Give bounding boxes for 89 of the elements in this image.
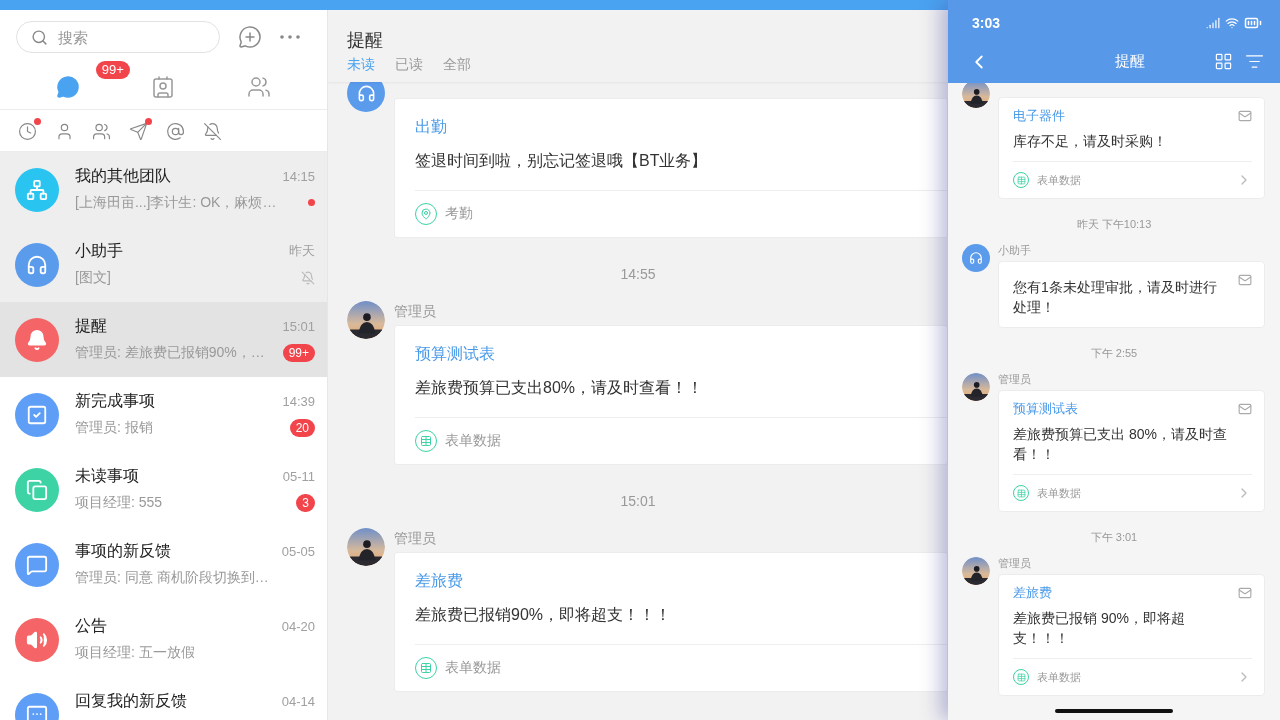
filter-icon [1245,52,1264,71]
footer-label: 表单数据 [445,432,502,450]
chat-plus-icon [238,25,262,49]
conversation-title: 小助手 [75,240,123,261]
message-preview: 管理员: 差旅费已报销90%，… [75,343,265,362]
mail-icon [1238,402,1252,416]
message-card[interactable]: 差旅费 差旅费已报销90%，即将超支！！！ 表单数据 [394,552,948,692]
conversation-title: 我的其他团队 [75,165,171,186]
search-icon [31,28,48,46]
timestamp: 04-20 [281,618,315,634]
message-card[interactable]: 您有1条未处理审批，请及时进行处理！ [998,261,1265,328]
unread-badge: 20 [289,418,315,437]
message-preview: [上海田亩...]李计生: OK，麻烦… [75,193,277,212]
unread-badge: 99+ [282,343,315,362]
sender-name: 小助手 [998,244,1032,258]
clock-filter[interactable] [16,120,39,143]
footer-label: 表单数据 [1037,485,1082,501]
timestamp: 15:01 [620,492,656,511]
message-preview: 项目经理: 五一放假 [75,643,195,662]
send-filter[interactable] [127,120,150,143]
more-icon [280,35,300,39]
wifi-icon [1225,16,1239,30]
timestamp: 昨天 [289,242,315,260]
footer-label: 表单数据 [1037,669,1082,685]
message-card[interactable]: 出勤 签退时间到啦，别忘记签退哦【BT业务】 考勤 [394,98,948,238]
timestamp: 04-14 [281,693,315,709]
message-card[interactable]: 电子器件 库存不足，请及时采购！ 表单数据 [998,97,1265,199]
message-preview: 项目经理: 555 [75,493,163,512]
unread-badge: 99+ [95,61,130,79]
conversation-title: 回复我的新反馈 [75,690,187,711]
sender-name: 管理员 [394,302,437,321]
message-text: 差旅费已报销90%，即将超支！！！ [415,605,673,625]
message-preview: 管理员: 报销 [75,418,153,437]
sender-name: 管理员 [998,373,1032,387]
muted-bell-filter[interactable] [201,120,224,143]
conversation-title: 公告 [75,615,107,636]
message-text: 差旅费预算已支出 80%，请及时查看！！ [1013,425,1228,464]
card-title: 预算测试表 [1013,400,1078,418]
timestamp: 14:39 [282,393,315,409]
message-card[interactable]: 差旅费 差旅费已报销 90%，即将超支！！！ 表单数据 [998,574,1265,696]
unread-badge: 3 [296,493,315,512]
mail-icon [1238,586,1252,600]
message-preview: [图文] [75,268,111,287]
conversation-item[interactable]: 我的其他团队 14:15 [上海田亩...]李计生: OK，麻烦… [0,152,327,227]
card-title: 出勤 [415,117,447,137]
page-title: 提醒 [347,29,384,52]
card-title: 电子器件 [1013,107,1065,125]
timestamp: 05-11 [282,468,315,484]
footer-label: 表单数据 [1037,172,1082,188]
new-chat-button[interactable] [238,25,262,49]
message-card[interactable]: 预算测试表 差旅费预算已支出 80%，请及时查看！！ 表单数据 [998,390,1265,512]
timestamp: 05-05 [281,543,315,559]
message-preview: 管理员: 同意 商机阶段切换到… [75,568,269,587]
timestamp: 下午 3:01 [1090,530,1138,545]
message-text: 您有1条未处理审批，请及时进行处理！ [1013,278,1218,317]
card-title: 预算测试表 [415,344,495,364]
mail-icon [1238,109,1252,123]
card-title: 差旅费 [415,571,463,591]
footer-label: 表单数据 [445,659,502,677]
conversation-title: 新完成事项 [75,390,155,411]
conversation-title: 提醒 [75,315,107,336]
headset-icon [347,82,385,112]
at-filter[interactable] [164,120,187,143]
timestamp: 下午 2:55 [1090,346,1138,361]
sender-name: 管理员 [394,529,437,548]
message-text: 差旅费预算已支出80%，请及时查看！！ [415,378,705,398]
timestamp: 昨天 下午10:13 [1076,217,1152,232]
grid-icon [1214,52,1233,71]
message-card[interactable]: 预算测试表 差旅费预算已支出80%，请及时查看！！ 表单数据 [394,325,948,465]
sender-name: 管理员 [998,557,1032,571]
conversation-item[interactable]: 提醒 15:01 管理员: 差旅费已报销90%，… 99+ [0,302,327,377]
mail-icon [1238,273,1252,287]
timestamp: 14:15 [282,168,315,184]
timestamp: 15:01 [282,318,315,334]
signal-icon [1206,16,1220,30]
more-button[interactable] [280,35,300,39]
card-title: 差旅费 [1013,584,1052,602]
timestamp: 14:55 [620,265,656,284]
status-time: 3:03 [972,15,1001,31]
headset-icon [962,244,990,272]
message-text: 差旅费已报销 90%，即将超支！！！ [1013,609,1186,648]
search-input[interactable]: 搜索 [56,27,200,47]
screen-title: 提醒 [1114,52,1146,71]
conversation-title: 未读事项 [75,465,139,486]
conversation-item[interactable]: 小助手 昨天 [图文] [0,227,327,302]
message-text: 库存不足，请及时采购！ [1013,132,1168,151]
footer-label: 考勤 [445,205,474,223]
message-text: 签退时间到啦，别忘记签退哦【BT业务】 [415,151,709,171]
conversation-title: 事项的新反馈 [75,540,171,561]
